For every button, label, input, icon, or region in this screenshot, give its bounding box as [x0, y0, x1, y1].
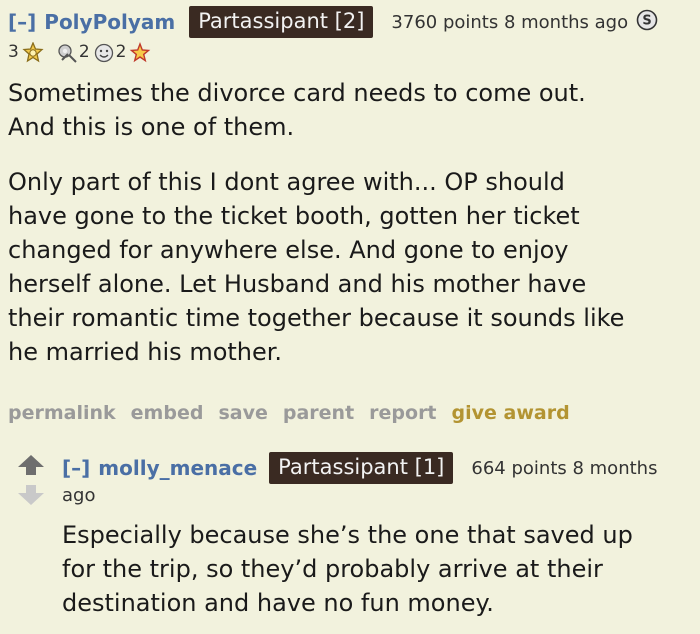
user-flair: Partassipant [1]	[269, 452, 454, 484]
comment-body-p1: Especially because she’s the one that sa…	[62, 521, 633, 617]
comment-header: [–] PolyPolyam Partassipant [2] 3760 poi…	[8, 6, 658, 38]
silver-award-icon	[56, 42, 77, 63]
permalink-link[interactable]: permalink	[8, 402, 116, 424]
svg-text:S: S	[642, 14, 651, 29]
comment-body-p2: Only part of this I dont agree with... O…	[8, 168, 625, 366]
face-award-icon	[93, 42, 113, 63]
comment-body-p1: Sometimes the divorce card needs to come…	[8, 79, 586, 141]
downvote-arrow-icon[interactable]	[17, 484, 45, 510]
collapse-toggle[interactable]: [–]	[8, 10, 36, 34]
score-time-wrap: ago	[62, 485, 96, 506]
comment-header: [–] molly_menace Partassipant [1] 664 po…	[62, 452, 657, 484]
star-award-icon	[129, 42, 151, 63]
upvote-arrow-icon[interactable]	[17, 454, 45, 480]
embed-link[interactable]: embed	[131, 402, 204, 424]
score-time: 664 points 8 months	[471, 457, 658, 479]
collapse-toggle[interactable]: [–]	[62, 456, 90, 480]
author-link[interactable]: molly_menace	[98, 456, 257, 480]
author-link[interactable]: PolyPolyam	[44, 10, 175, 34]
user-flair: Partassipant [2]	[189, 6, 374, 38]
parent-link[interactable]: parent	[283, 402, 354, 424]
report-link[interactable]: report	[369, 402, 436, 424]
save-link[interactable]: save	[218, 402, 267, 424]
give-award-link[interactable]: give award	[452, 402, 570, 424]
silver-coin-icon: S	[636, 9, 658, 35]
comment-actions: permalink embed save parent report give award	[8, 402, 585, 424]
awards-row: 3 2 2	[8, 41, 151, 63]
award-count: 2	[115, 42, 127, 62]
award-count: 2	[78, 42, 90, 62]
score-time: 3760 points 8 months ago	[391, 11, 629, 33]
gold-award-icon	[22, 41, 44, 63]
award-count: 3	[8, 42, 19, 62]
